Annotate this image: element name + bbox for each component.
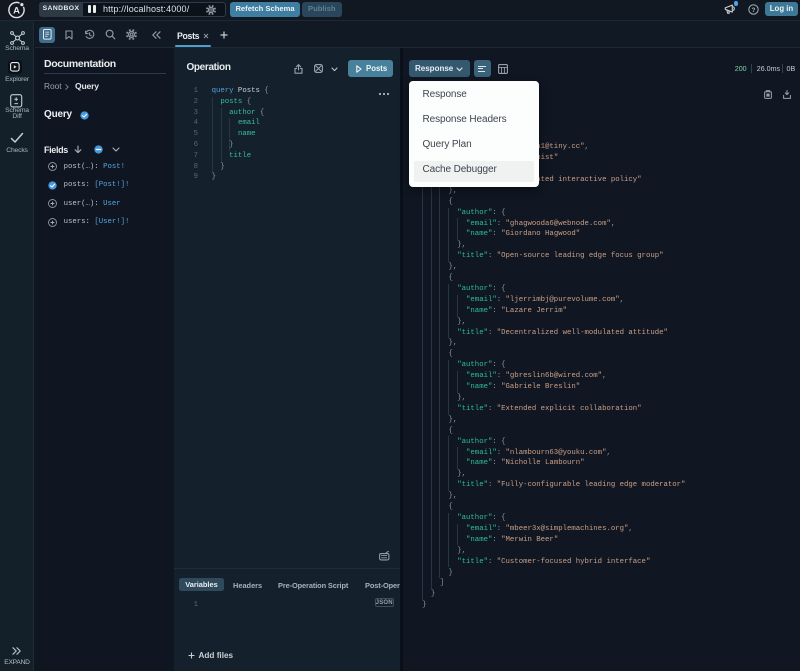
svg-text:?: ?	[751, 7, 755, 14]
svg-text:A: A	[13, 5, 20, 16]
